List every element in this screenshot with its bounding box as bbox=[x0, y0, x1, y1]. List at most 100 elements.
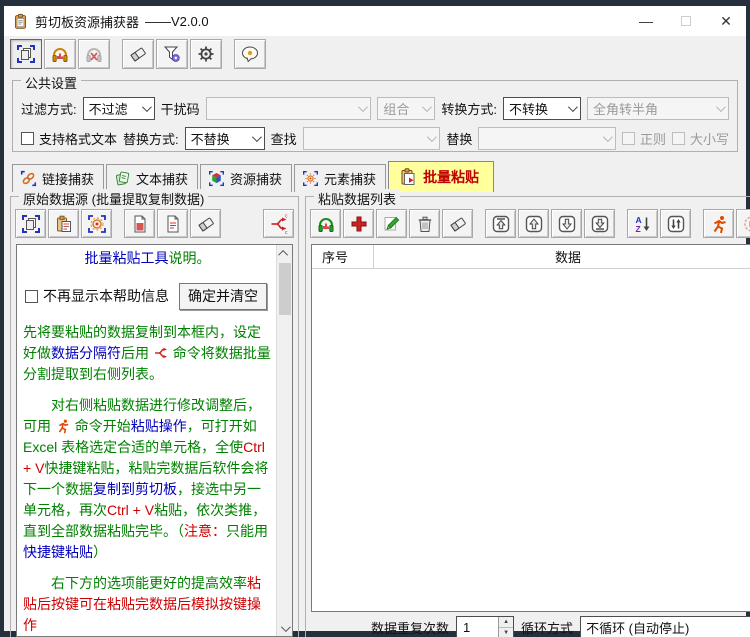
save-file-button[interactable] bbox=[157, 209, 188, 238]
regex-checkbox: 正则 bbox=[622, 129, 666, 148]
reverse-order-button[interactable] bbox=[660, 209, 691, 238]
tab-element-capture[interactable]: 元素捕获 bbox=[294, 164, 386, 192]
column-data-header[interactable]: 数据 bbox=[374, 247, 750, 266]
table-body bbox=[312, 269, 750, 611]
help-title: 批量粘贴工具说明。 bbox=[23, 248, 272, 269]
filter-gear-icon bbox=[162, 44, 182, 64]
clear-eraser-button[interactable] bbox=[122, 39, 154, 69]
move-top-button[interactable] bbox=[485, 209, 516, 238]
tab-link-capture[interactable]: 链接捕获 bbox=[12, 164, 104, 192]
loop-mode-select[interactable]: 不循环 (自动停止) bbox=[580, 616, 750, 637]
combine-select: 组合 bbox=[377, 97, 435, 120]
split-extract-button[interactable]: cc bbox=[263, 209, 294, 238]
convert-mode-label: 转换方式: bbox=[441, 99, 497, 118]
arrow-top-icon bbox=[491, 214, 511, 234]
replace-mode-select[interactable]: 不替换 bbox=[185, 127, 265, 150]
spinner-up-icon[interactable]: ▲ bbox=[499, 617, 513, 628]
load-file-button[interactable] bbox=[124, 209, 155, 238]
minimize-button[interactable]: — bbox=[626, 6, 666, 36]
run-man-icon bbox=[55, 418, 71, 434]
about-button[interactable] bbox=[234, 39, 266, 69]
pause-paste-button bbox=[736, 209, 750, 238]
checkbox-box bbox=[672, 132, 685, 145]
source-scrollbar[interactable] bbox=[276, 245, 292, 636]
source-text-area[interactable]: 批量粘贴工具说明。 不再显示本帮助信息 确定并清空 先将要粘贴的数据复制到本框内… bbox=[16, 244, 293, 637]
monitor-stop-button bbox=[78, 39, 110, 69]
svg-text:c: c bbox=[285, 230, 288, 234]
filter-mode-select[interactable]: 不过滤 bbox=[83, 97, 155, 120]
move-down-button[interactable] bbox=[551, 209, 582, 238]
element-capture-icon bbox=[302, 170, 319, 187]
capture-copy-button[interactable] bbox=[10, 39, 42, 69]
scroll-thumb[interactable] bbox=[279, 263, 291, 315]
window-version: ——V2.0.0 bbox=[145, 14, 209, 29]
replace-select bbox=[478, 127, 616, 150]
capture-copy-button[interactable] bbox=[15, 209, 46, 238]
clear-source-button[interactable] bbox=[190, 209, 221, 238]
start-paste-button[interactable] bbox=[703, 209, 734, 238]
paste-data-table[interactable]: 序号 数据 bbox=[311, 244, 750, 612]
link-icon bbox=[20, 170, 37, 187]
tab-resource-capture[interactable]: 资源捕获 bbox=[200, 164, 292, 192]
arrow-up-icon bbox=[524, 214, 544, 234]
clipboard-paste-icon bbox=[54, 214, 74, 234]
chevron-down-icon bbox=[358, 102, 368, 112]
chevron-down-icon bbox=[716, 102, 726, 112]
confirm-clear-button[interactable]: 确定并清空 bbox=[179, 283, 267, 310]
repeat-count-label: 数据重复次数 bbox=[371, 618, 449, 637]
text-capture-icon bbox=[114, 170, 131, 187]
noise-code-label: 干扰码 bbox=[161, 99, 200, 118]
settings-button[interactable] bbox=[190, 39, 222, 69]
move-bottom-button[interactable] bbox=[584, 209, 615, 238]
clear-all-button[interactable] bbox=[442, 209, 473, 238]
common-settings-group: 公共设置 过滤方式: 不过滤 干扰码 组合 转换方式: 不转换 全角转半角 支持… bbox=[12, 80, 738, 152]
chevron-down-icon bbox=[427, 132, 437, 142]
app-icon bbox=[12, 13, 29, 30]
spinner-down-icon[interactable]: ▼ bbox=[499, 628, 513, 637]
app-window: 剪切板资源捕获器 ——V2.0.0 — ✕ 公共设 bbox=[4, 6, 746, 631]
fullwidth-select: 全角转半角 bbox=[587, 97, 729, 120]
chevron-down-icon bbox=[252, 132, 262, 142]
scroll-down-icon[interactable] bbox=[277, 620, 293, 636]
paste-from-clipboard-button[interactable] bbox=[48, 209, 79, 238]
move-up-button[interactable] bbox=[518, 209, 549, 238]
paste-data-panel: 粘贴数据列表 bbox=[305, 196, 750, 637]
loop-mode-label: 循环方式 bbox=[521, 618, 573, 637]
tab-batch-paste[interactable]: 批量粘贴 bbox=[388, 161, 494, 192]
sort-button[interactable]: AZ bbox=[627, 209, 658, 238]
monitor-button[interactable] bbox=[310, 209, 341, 238]
filter-settings-button[interactable] bbox=[156, 39, 188, 69]
window-title: 剪切板资源捕获器 bbox=[35, 12, 139, 31]
checkbox-box bbox=[21, 132, 34, 145]
convert-mode-select[interactable]: 不转换 bbox=[503, 97, 581, 120]
maximize-icon bbox=[681, 16, 691, 26]
rich-text-checkbox[interactable]: 支持格式文本 bbox=[21, 129, 117, 148]
hide-help-checkbox[interactable]: 不再显示本帮助信息 bbox=[25, 286, 169, 307]
svg-text:c: c bbox=[285, 214, 288, 220]
noise-code-select bbox=[206, 97, 372, 120]
close-button[interactable]: ✕ bbox=[706, 6, 746, 36]
about-bubble-icon bbox=[240, 44, 260, 64]
element-capture-button[interactable] bbox=[81, 209, 112, 238]
tab-text-capture[interactable]: 文本捕获 bbox=[106, 164, 198, 192]
monitor-start-icon bbox=[50, 44, 70, 64]
edit-row-button[interactable] bbox=[376, 209, 407, 238]
pencil-icon bbox=[382, 214, 402, 234]
run-man-icon bbox=[709, 214, 729, 234]
delete-row-button[interactable] bbox=[409, 209, 440, 238]
capture-copy-icon bbox=[16, 44, 36, 64]
add-row-button[interactable] bbox=[343, 209, 374, 238]
scroll-up-icon[interactable] bbox=[277, 245, 293, 261]
column-index-header[interactable]: 序号 bbox=[312, 245, 374, 268]
split-arrows-icon bbox=[153, 345, 169, 361]
replace-mode-label: 替换方式: bbox=[123, 129, 179, 148]
element-atom-icon bbox=[87, 214, 107, 234]
checkbox-box bbox=[25, 290, 38, 303]
svg-text:Z: Z bbox=[635, 224, 640, 234]
repeat-count-spinner[interactable]: 1 ▲▼ bbox=[456, 616, 514, 637]
help-paragraph-1: 先将要粘贴的数据复制到本框内，设定好做数据分隔符后用 命令将数据批量分割提取到右… bbox=[23, 322, 272, 385]
monitor-start-button[interactable] bbox=[44, 39, 76, 69]
eraser-icon bbox=[128, 44, 148, 64]
case-checkbox: 大小写 bbox=[672, 129, 729, 148]
arrow-down-icon bbox=[557, 214, 577, 234]
